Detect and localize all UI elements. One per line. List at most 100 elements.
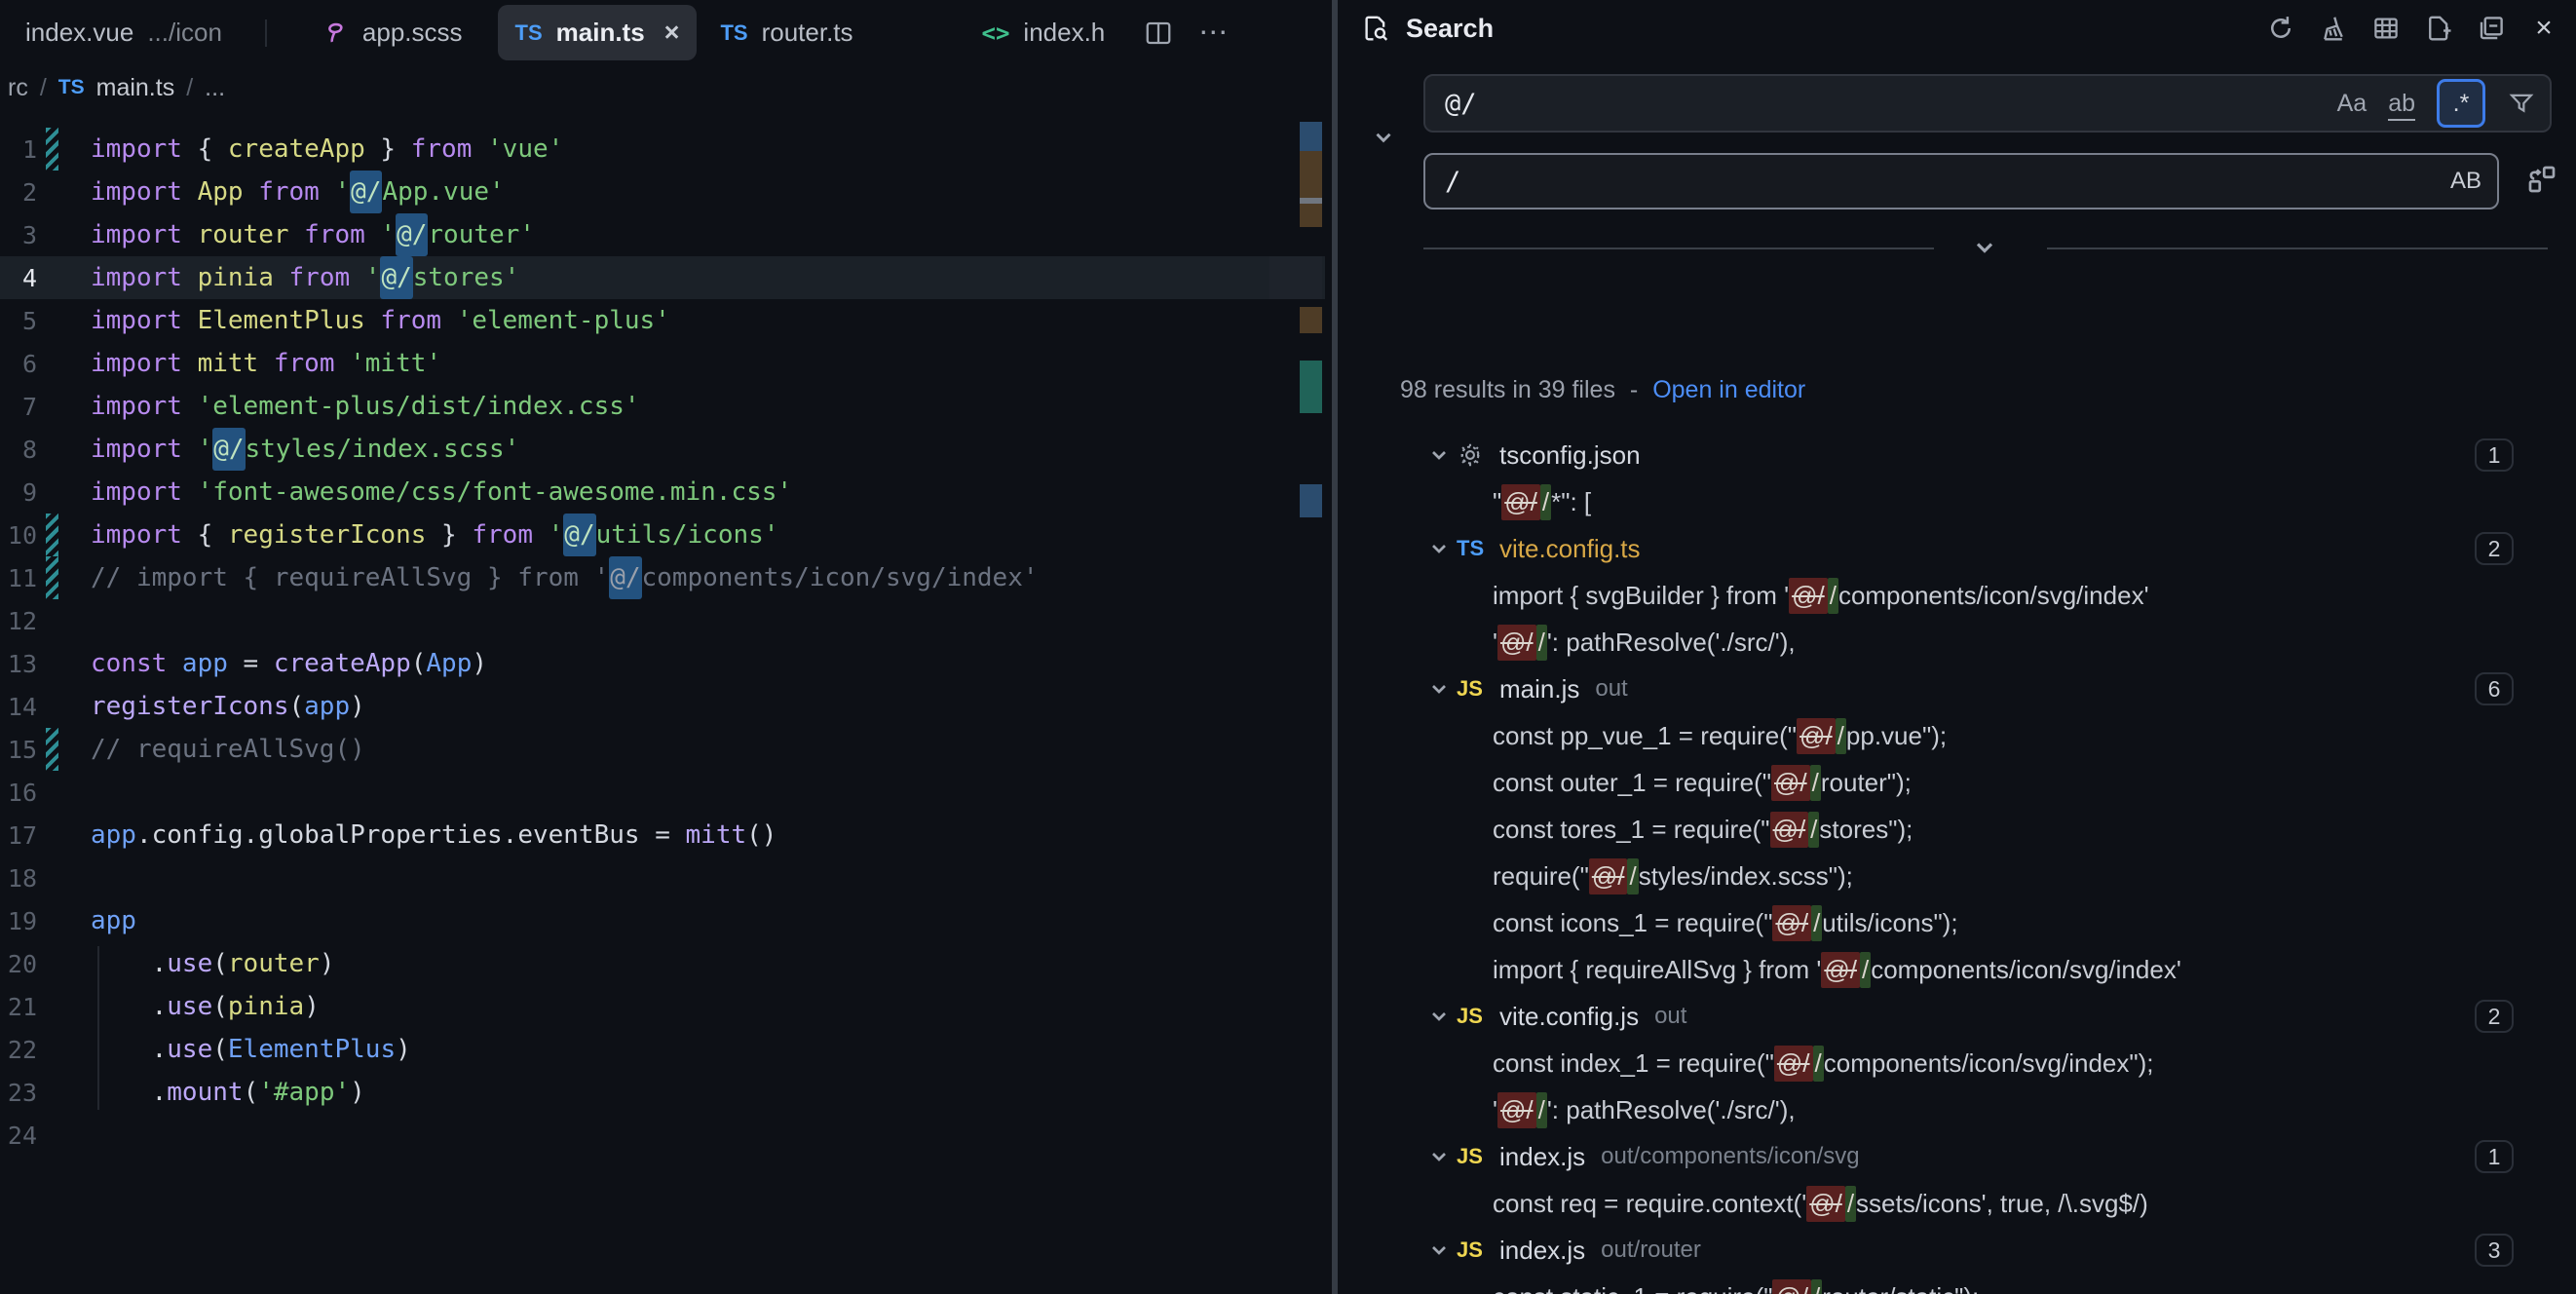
code-line[interactable]: 13const app = createApp(App) (0, 642, 1325, 685)
match-post-text: components/icon/svg/index"); (1824, 1048, 2154, 1079)
result-match-row[interactable]: '@//': pathResolve('./src/'), (1338, 1086, 2576, 1133)
code-line[interactable]: 9import 'font-awesome/css/font-awesome.m… (0, 471, 1325, 514)
breadcrumb-more[interactable]: ... (205, 74, 225, 102)
breadcrumb-file[interactable]: main.ts (96, 74, 175, 102)
result-match-row[interactable]: require("@//styles/index.scss"); (1338, 853, 2576, 899)
toggle-replace-icon[interactable] (1371, 125, 1396, 150)
code-line[interactable]: 17app.config.globalProperties.eventBus =… (0, 814, 1325, 856)
result-file-row[interactable]: JSindex.jsout/components/icon/svg1 (1338, 1133, 2576, 1180)
chevron-down-icon[interactable] (1427, 537, 1451, 560)
code-line[interactable]: 23 .mount('#app') (0, 1071, 1325, 1114)
code-text: import pinia from '@/stores' (91, 263, 519, 292)
result-match-row[interactable]: const outer_1 = require("@//router"); (1338, 759, 2576, 806)
code-line[interactable]: 1import { createApp } from 'vue' (0, 128, 1325, 171)
result-file-row[interactable]: TSvite.config.ts2 (1338, 525, 2576, 572)
search-input[interactable]: @/ Aa ab .* (1423, 74, 2552, 133)
code-line[interactable]: 24 (0, 1114, 1325, 1157)
breadcrumb-root[interactable]: rc (8, 74, 28, 102)
code-line[interactable]: 12 (0, 599, 1325, 642)
table-view-icon[interactable] (2371, 14, 2401, 43)
clear-results-icon[interactable] (2319, 14, 2348, 43)
result-file-row[interactable]: JSvite.config.jsout2 (1338, 993, 2576, 1040)
code-line[interactable]: 2import App from '@/App.vue' (0, 171, 1325, 213)
preserve-case-toggle[interactable]: AB (2450, 168, 2481, 195)
replace-all-icon[interactable] (2524, 162, 2559, 197)
code-line[interactable]: 11// import { requireAllSvg } from '@/co… (0, 556, 1325, 599)
chevron-down-icon[interactable] (1427, 1238, 1451, 1262)
result-file-row[interactable]: tsconfig.json1 (1338, 432, 2576, 478)
code-line[interactable]: 3import router from '@/router' (0, 213, 1325, 256)
search-match-highlight: @/ (563, 514, 595, 556)
code-editor[interactable]: 1import { createApp } from 'vue'2import … (0, 128, 1325, 1157)
result-match-row[interactable]: const tores_1 = require("@//stores"); (1338, 806, 2576, 853)
code-line[interactable]: 4import pinia from '@/stores' (0, 256, 1325, 299)
whole-words-toggle[interactable]: ab (2388, 90, 2415, 118)
close-panel-icon[interactable]: × (2529, 14, 2558, 43)
code-line[interactable]: 16 (0, 771, 1325, 814)
code-line[interactable]: 19app (0, 899, 1325, 942)
tab-main.ts[interactable]: TSmain.ts× (498, 5, 698, 60)
close-tab-icon[interactable]: × (664, 18, 680, 48)
code-line[interactable]: 22 .use(ElementPlus) (0, 1028, 1325, 1071)
replace-input[interactable]: / AB (1423, 153, 2499, 209)
code-line[interactable]: 5import ElementPlus from 'element-plus' (0, 299, 1325, 342)
match-count-badge: 1 (2475, 1140, 2514, 1173)
chevron-down-icon[interactable] (1427, 677, 1451, 701)
code-token: stores' (413, 263, 520, 292)
code-line[interactable]: 21 .use(pinia) (0, 985, 1325, 1028)
code-line[interactable]: 18 (0, 856, 1325, 899)
tab-app.scss[interactable]: app.scss (306, 5, 480, 60)
more-tabs-icon[interactable]: ⋯ (1198, 19, 1228, 48)
result-match-row[interactable]: const req = require.context('@//ssets/ic… (1338, 1180, 2576, 1227)
code-line[interactable]: 6import mitt from 'mitt' (0, 342, 1325, 385)
search-query[interactable]: @/ (1445, 89, 2337, 119)
result-match-row[interactable]: const index_1 = require("@//components/i… (1338, 1040, 2576, 1086)
code-line[interactable]: 20 .use(router) (0, 942, 1325, 985)
match-case-toggle[interactable]: Aa (2337, 90, 2368, 118)
scrollbar-viewport[interactable] (1269, 256, 1322, 299)
tab-router.ts[interactable]: TSrouter.ts (702, 5, 870, 60)
open-in-editor-link[interactable]: Open in editor (1652, 376, 1805, 403)
replace-value[interactable]: / (1445, 167, 2450, 197)
code-line[interactable]: 15// requireAllSvg() (0, 728, 1325, 771)
gutter-spacer (46, 1028, 58, 1071)
result-match-row[interactable]: import { svgBuilder } from '@//component… (1338, 572, 2576, 619)
result-match-row[interactable]: const static_1 = require("@//router/stat… (1338, 1274, 2576, 1294)
code-text: // import { requireAllSvg } from '@/comp… (91, 563, 1039, 592)
expand-options-icon[interactable] (1971, 234, 1998, 261)
chevron-down-icon[interactable] (1427, 1005, 1451, 1028)
line-number: 17 (0, 821, 37, 850)
code-line[interactable]: 10import { registerIcons } from '@/utils… (0, 514, 1325, 556)
regex-toggle[interactable]: .* (2437, 79, 2485, 128)
chevron-down-icon[interactable] (1427, 1145, 1451, 1168)
code-line[interactable]: 7import 'element-plus/dist/index.css' (0, 385, 1325, 428)
result-match-row[interactable]: const pp_vue_1 = require("@//pp.vue"); (1338, 712, 2576, 759)
result-match-row[interactable]: '@//': pathResolve('./src/'), (1338, 619, 2576, 666)
code-line[interactable]: 8import '@/styles/index.scss' (0, 428, 1325, 471)
code-token: from (472, 520, 548, 550)
collapse-all-icon[interactable] (2477, 14, 2506, 43)
split-editor-icon[interactable] (1144, 19, 1173, 48)
chevron-down-icon[interactable] (1427, 443, 1451, 467)
code-token: 'vue' (487, 134, 563, 164)
result-match-row[interactable]: "@//*": [ (1338, 478, 2576, 525)
code-line[interactable]: 14registerIcons(app) (0, 685, 1325, 728)
scrollbar-mark (1300, 484, 1322, 517)
result-match-row[interactable]: import { requireAllSvg } from '@//compon… (1338, 946, 2576, 993)
code-token: ' (380, 220, 396, 249)
panel-title: Search (1406, 14, 1494, 44)
replace-inserted-text: / (1808, 812, 1819, 848)
new-search-tab-icon[interactable] (2424, 14, 2453, 43)
result-file-row[interactable]: JSindex.jsout/router3 (1338, 1227, 2576, 1274)
code-text: registerIcons(app) (91, 692, 365, 721)
result-match-row[interactable]: const icons_1 = require("@//utils/icons"… (1338, 899, 2576, 946)
tab-index.vue[interactable]: index.vue.../icon (8, 5, 240, 60)
code-token: = (228, 649, 274, 678)
line-number: 15 (0, 736, 37, 764)
result-file-row[interactable]: JSmain.jsout6 (1338, 666, 2576, 712)
filter-icon[interactable] (2507, 89, 2536, 118)
replace-removed-text: @/ (1771, 765, 1810, 801)
result-file-name: vite.config.ts (1499, 534, 1641, 564)
tab-index.h[interactable]: <>index.h (965, 5, 1123, 60)
refresh-icon[interactable] (2266, 14, 2295, 43)
